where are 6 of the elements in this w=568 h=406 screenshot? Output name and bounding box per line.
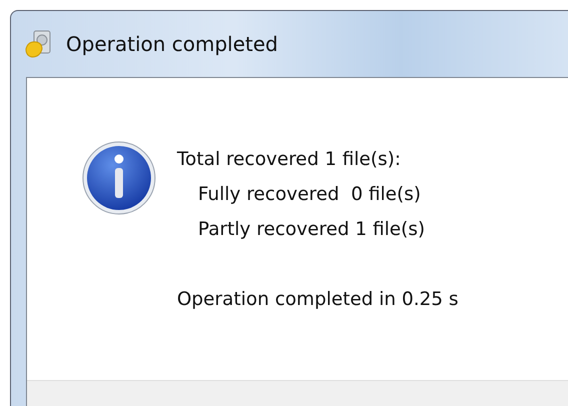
message-text: Total recovered 1 file(s): bbox=[177, 148, 402, 172]
window-title: Operation completed bbox=[66, 32, 278, 56]
summary-text: Operation completed in 0.25 s bbox=[177, 288, 458, 312]
message-text: Partly recovered 1 file(s) bbox=[197, 218, 426, 242]
information-icon bbox=[81, 140, 157, 216]
message-text: Fully recovered 0 file(s) bbox=[197, 183, 422, 207]
